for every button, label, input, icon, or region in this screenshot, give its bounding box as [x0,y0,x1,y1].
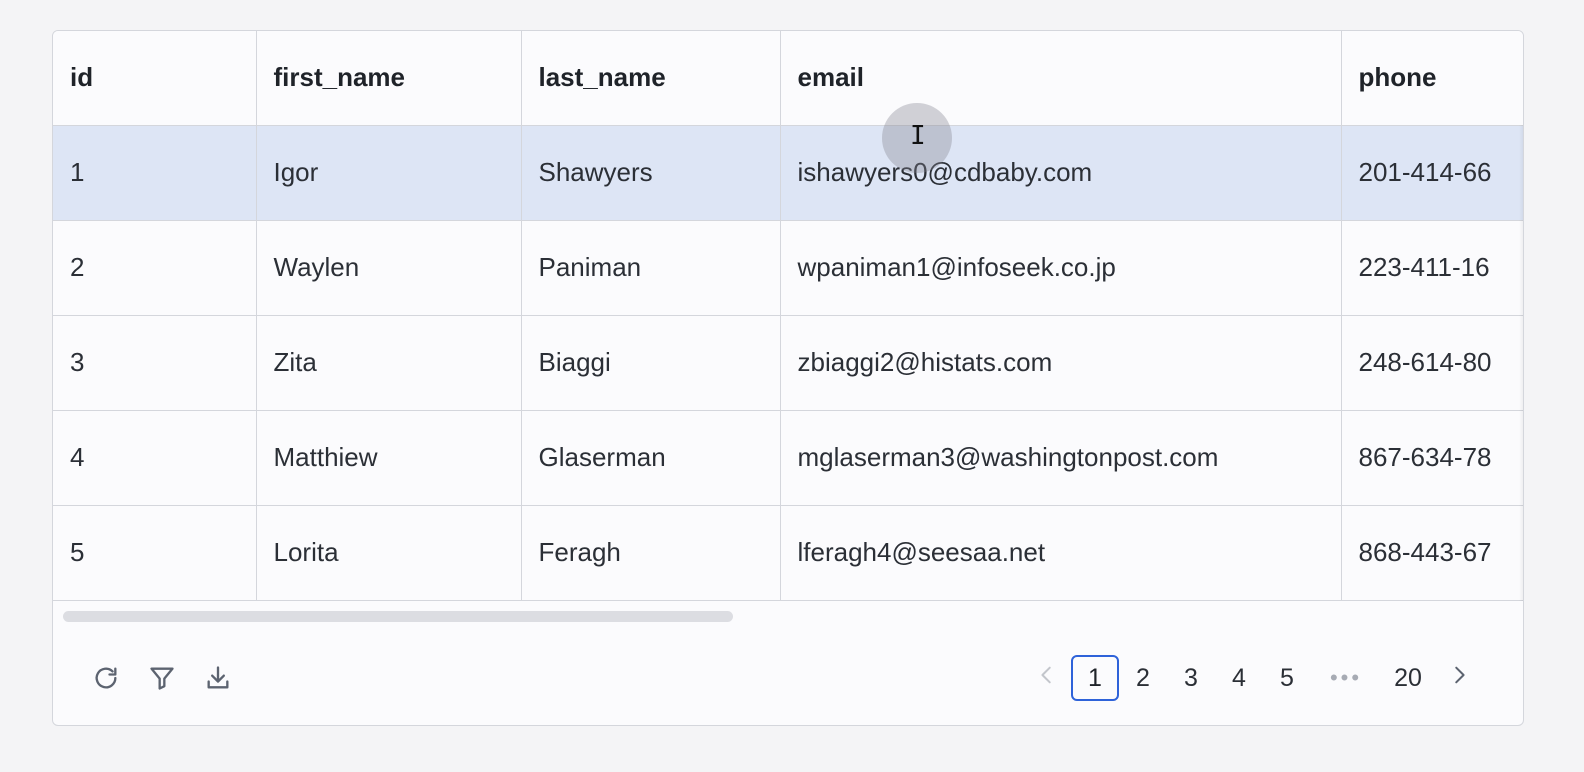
cell-phone[interactable]: 201-414-66 [1341,125,1523,221]
page-button-2[interactable]: 2 [1119,655,1167,701]
download-icon [204,664,232,697]
pagination: 1 2 3 4 5 ••• 20 [1023,655,1483,701]
page-ellipsis[interactable]: ••• [1311,655,1381,701]
cell-first-name[interactable]: Zita [256,315,522,411]
cell-email[interactable]: ishawyers0@cdbaby.com [780,125,1342,221]
cell-last-name[interactable]: Feragh [521,505,781,601]
cell-phone[interactable]: 868-443-67 [1341,505,1523,601]
cell-id[interactable]: 2 [53,220,257,316]
column-header-last-name[interactable]: last_name [521,31,781,126]
data-table: id first_name last_name email phone 1 Ig… [53,31,1523,601]
page-button-1[interactable]: 1 [1071,655,1119,701]
cell-last-name[interactable]: Paniman [521,220,781,316]
cell-phone[interactable]: 867-634-78 [1341,410,1523,506]
cell-email[interactable]: mglaserman3@washingtonpost.com [780,410,1342,506]
cell-first-name[interactable]: Waylen [256,220,522,316]
next-page-button[interactable] [1435,655,1483,701]
chevron-right-icon [1448,664,1470,693]
cell-first-name[interactable]: Matthiew [256,410,522,506]
refresh-icon [92,664,120,697]
cell-id[interactable]: 1 [53,125,257,221]
column-header-phone[interactable]: phone [1341,31,1523,126]
cell-phone[interactable]: 223-411-16 [1341,220,1523,316]
table-row[interactable]: 4 Matthiew Glaserman mglaserman3@washing… [53,410,1523,506]
header-row: id first_name last_name email phone [53,31,1523,126]
cell-last-name[interactable]: Biaggi [521,315,781,411]
cell-email[interactable]: wpaniman1@infoseek.co.jp [780,220,1342,316]
cell-phone[interactable]: 248-614-80 [1341,315,1523,411]
cell-first-name[interactable]: Lorita [256,505,522,601]
table-row[interactable]: 2 Waylen Paniman wpaniman1@infoseek.co.j… [53,220,1523,316]
horizontal-scrollbar[interactable] [63,611,733,622]
page-button-last[interactable]: 20 [1381,655,1435,701]
page-button-4[interactable]: 4 [1215,655,1263,701]
scroll-shadow [1519,125,1523,601]
column-header-id[interactable]: id [53,31,257,126]
cell-id[interactable]: 4 [53,410,257,506]
column-header-email[interactable]: email [780,31,1342,126]
cell-id[interactable]: 3 [53,315,257,411]
chevron-left-icon [1036,664,1058,693]
cell-id[interactable]: 5 [53,505,257,601]
grid-toolbar [89,663,235,697]
cell-first-name[interactable]: Igor [256,125,522,221]
cell-email[interactable]: lferagh4@seesaa.net [780,505,1342,601]
prev-page-button[interactable] [1023,655,1071,701]
filter-icon [148,664,176,697]
cell-last-name[interactable]: Glaserman [521,410,781,506]
data-grid-card: id first_name last_name email phone 1 Ig… [52,30,1524,726]
download-button[interactable] [201,663,235,697]
page-button-5[interactable]: 5 [1263,655,1311,701]
cell-last-name[interactable]: Shawyers [521,125,781,221]
data-grid: id first_name last_name email phone 1 Ig… [53,31,1523,601]
column-header-first-name[interactable]: first_name [256,31,522,126]
table-row[interactable]: 5 Lorita Feragh lferagh4@seesaa.net 868-… [53,505,1523,601]
table-row[interactable]: 3 Zita Biaggi zbiaggi2@histats.com 248-6… [53,315,1523,411]
refresh-button[interactable] [89,663,123,697]
table-row[interactable]: 1 Igor Shawyers ishawyers0@cdbaby.com 20… [53,125,1523,221]
cell-email[interactable]: zbiaggi2@histats.com [780,315,1342,411]
page-button-3[interactable]: 3 [1167,655,1215,701]
filter-button[interactable] [145,663,179,697]
